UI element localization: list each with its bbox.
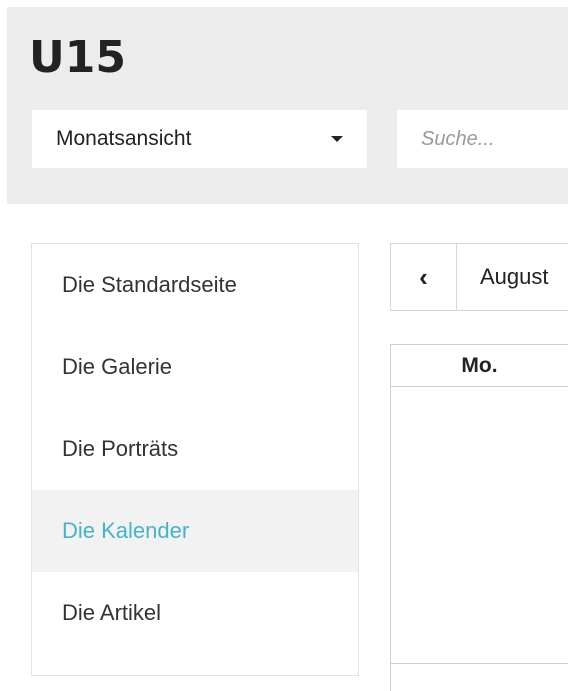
calendar-grid: Mo. <box>390 344 568 691</box>
chevron-left-icon: ‹ <box>419 261 428 292</box>
month-label: August <box>480 264 549 289</box>
sidebar-menu: Die Standardseite Die Galerie Die Porträ… <box>31 243 359 676</box>
page-title: U15 <box>29 32 126 83</box>
previous-month-button[interactable]: ‹ <box>391 244 457 310</box>
view-select-value: Monatsansicht <box>56 127 192 150</box>
sidebar-item-artikel[interactable]: Die Artikel <box>32 572 358 654</box>
sidebar-item-label: Die Porträts <box>62 436 179 461</box>
weekday-header-monday: Mo. <box>391 345 568 387</box>
view-select-dropdown[interactable]: Monatsansicht <box>32 110 367 168</box>
sidebar-item-portraets[interactable]: Die Porträts <box>32 408 358 490</box>
search-input[interactable] <box>397 110 568 168</box>
caret-down-icon <box>331 136 343 142</box>
calendar-navigation: ‹ August <box>390 243 568 311</box>
sidebar-item-kalender[interactable]: Die Kalender <box>32 490 358 572</box>
sidebar-item-label: Die Galerie <box>62 354 173 379</box>
sidebar-item-galerie[interactable]: Die Galerie <box>32 326 358 408</box>
sidebar-item-standardseite[interactable]: Die Standardseite <box>32 244 358 326</box>
sidebar-item-label: Die Standardseite <box>62 272 237 297</box>
week-divider <box>391 663 568 664</box>
sidebar-item-label: Die Artikel <box>62 600 162 625</box>
sidebar-item-label: Die Kalender <box>62 518 190 543</box>
